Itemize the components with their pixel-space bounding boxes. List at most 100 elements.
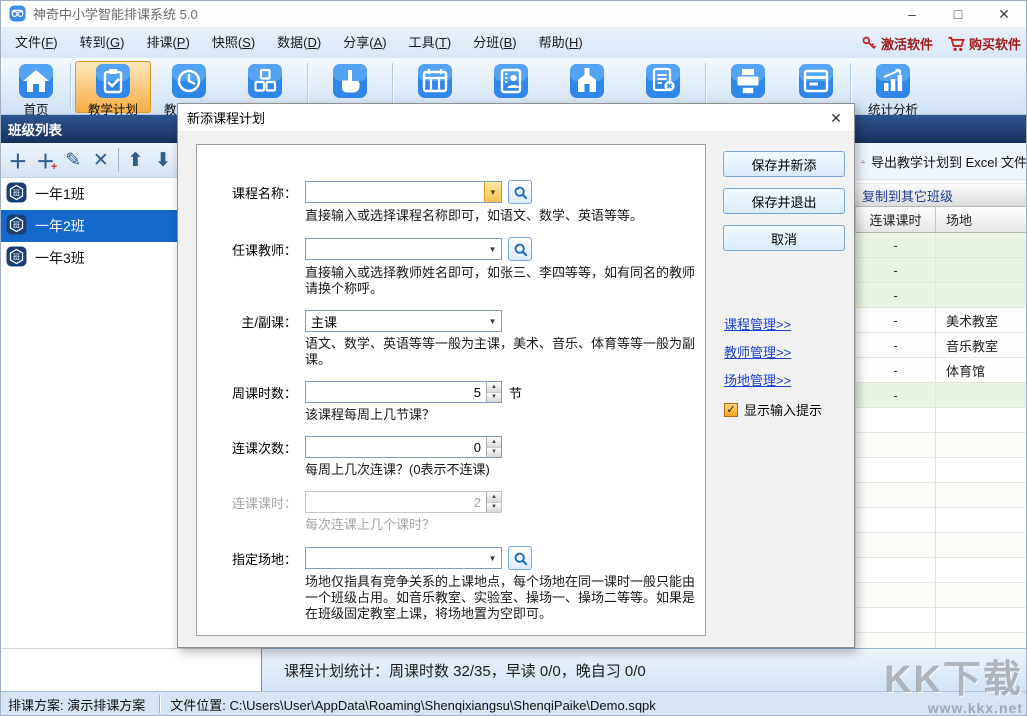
- menu-item-5[interactable]: 分享(A): [332, 28, 397, 58]
- spin-down-icon[interactable]: ▼: [487, 448, 501, 458]
- menu-item-7[interactable]: 分班(B): [462, 28, 527, 58]
- plan-table-row-7[interactable]: -: [855, 383, 1027, 408]
- class-item-2[interactable]: 班一年2班: [0, 210, 177, 242]
- cell-venue: 美术教室: [936, 308, 1027, 332]
- cell-venue: [936, 558, 1027, 582]
- key-icon: [861, 35, 877, 51]
- maximize-icon[interactable]: □: [935, 0, 981, 28]
- edit-class-icon[interactable]: ✎: [59, 146, 87, 174]
- cell-venue: [936, 483, 1027, 507]
- activate-software-label: 激活软件: [881, 34, 933, 53]
- combo-input[interactable]: ▼: [305, 238, 502, 260]
- course-plan-panel-header: [855, 115, 1027, 143]
- copy-to-other-classes-bar[interactable]: 复制到其它班级: [855, 183, 1027, 207]
- cancel-button[interactable]: 取消: [723, 225, 845, 251]
- spin-down-icon[interactable]: ▼: [487, 393, 501, 403]
- toolbar-item-1[interactable]: 教学计划: [75, 61, 151, 113]
- class-item-1[interactable]: 班一年1班: [0, 178, 177, 210]
- spinner-input[interactable]: 5▲▼: [305, 381, 502, 403]
- chevron-down-icon[interactable]: ▼: [484, 311, 501, 331]
- add-class-icon[interactable]: ＋: [4, 146, 32, 174]
- toolbar-item-0[interactable]: 首页: [6, 61, 66, 113]
- show-input-hints-checkbox[interactable]: ✓ 显示输入提示: [724, 400, 822, 419]
- field-6: 连课课时：2▲▼每次连课上几个课时？: [197, 491, 705, 533]
- cell-venue: [936, 458, 1027, 482]
- column-header-venue: 场地: [936, 207, 1027, 232]
- menu-item-6[interactable]: 工具(T): [398, 28, 463, 58]
- spin-up-icon[interactable]: ▲: [487, 492, 501, 503]
- menu-item-8[interactable]: 帮助(H): [528, 28, 594, 58]
- dialog-close-icon[interactable]: ✕: [827, 109, 845, 127]
- menu-item-3[interactable]: 快照(S): [201, 28, 266, 58]
- menu-item-2[interactable]: 排课(P): [135, 28, 200, 58]
- spinner-value: 2: [306, 492, 486, 512]
- window-controls: – □ ✕: [889, 0, 1027, 28]
- spin-up-icon[interactable]: ▲: [487, 437, 501, 448]
- save-and-add-button[interactable]: 保存并新添: [723, 151, 845, 177]
- save-and-exit-button[interactable]: 保存并退出: [723, 188, 845, 214]
- cell-lianke: -: [856, 283, 936, 307]
- cell-venue: [936, 258, 1027, 282]
- toolbar-item-11[interactable]: 统计分析: [855, 61, 931, 113]
- spinner-input[interactable]: 0▲▼: [305, 436, 502, 458]
- plan-table-row-2[interactable]: -: [855, 258, 1027, 283]
- class-item-3[interactable]: 班一年3班: [0, 242, 177, 274]
- menu-item-1[interactable]: 转到(G): [69, 28, 136, 58]
- menu-item-4[interactable]: 数据(D): [266, 28, 332, 58]
- course-management-link[interactable]: 课程管理>>: [724, 314, 791, 333]
- cell-lianke: -: [856, 333, 936, 357]
- spinner-buttons: ▲▼: [486, 437, 501, 457]
- condition-icon: [247, 63, 283, 99]
- field-hint: 语文、数学、英语等等一般为主课，美术、音乐、体育等等一般为副课。: [305, 336, 705, 368]
- combo-input[interactable]: 主课▼: [305, 310, 502, 332]
- chevron-down-icon[interactable]: ▼: [484, 239, 501, 259]
- close-icon[interactable]: ✕: [981, 0, 1027, 28]
- status-bar: 排课方案: 演示排课方案 文件位置: C:\Users\User\AppData…: [0, 691, 1027, 716]
- activate-software-button[interactable]: 激活软件: [861, 34, 933, 53]
- course-plan-stats-text: 课程计划统计：周课时数 32/35，早读 0/0，晚自习 0/0: [284, 660, 646, 681]
- spin-down-icon[interactable]: ▼: [487, 503, 501, 513]
- search-button[interactable]: [508, 180, 532, 204]
- cell-venue: [936, 508, 1027, 532]
- export-excel-link[interactable]: 导出教学计划到 Excel 文件: [855, 143, 1027, 180]
- chevron-down-icon[interactable]: ▼: [484, 548, 501, 568]
- class-badge-icon: 班: [6, 246, 27, 270]
- plan-table-empty-row: [855, 558, 1027, 583]
- venue-management-link[interactable]: 场地管理>>: [724, 370, 791, 389]
- combo-input[interactable]: ▼: [305, 181, 502, 203]
- add-classes-icon[interactable]: ＋+: [32, 146, 60, 174]
- delete-class-icon[interactable]: ✕: [87, 146, 115, 174]
- class-item-label: 一年2班: [35, 216, 85, 236]
- spin-up-icon[interactable]: ▲: [487, 382, 501, 393]
- move-up-icon[interactable]: ⬆: [122, 146, 150, 174]
- chevron-down-icon[interactable]: ▼: [484, 182, 501, 202]
- buy-software-button[interactable]: 购买软件: [947, 34, 1021, 53]
- plan-table-row-1[interactable]: -: [855, 233, 1027, 258]
- teacher-management-link[interactable]: 教师管理>>: [724, 342, 791, 361]
- plan-table-empty-row: [855, 458, 1027, 483]
- plan-table-empty-row: [855, 483, 1027, 508]
- cell-lianke: [856, 483, 936, 507]
- move-down-icon[interactable]: ⬇: [149, 146, 177, 174]
- mini-plus-icon: +: [51, 162, 57, 173]
- cell-lianke: [856, 633, 936, 648]
- menu-items: 文件(F)转到(G)排课(P)快照(S)数据(D)分享(A)工具(T)分班(B)…: [4, 28, 594, 58]
- plan-table-row-3[interactable]: -: [855, 283, 1027, 308]
- svg-text:班: 班: [13, 188, 21, 198]
- field-hint: 直接输入或选择课程名称即可，如语文、数学、英语等等。: [305, 208, 705, 224]
- combo-input[interactable]: ▼: [305, 547, 502, 569]
- cell-venue: [936, 283, 1027, 307]
- scheme-status: 排课方案: 演示排课方案: [0, 695, 145, 714]
- menu-item-0[interactable]: 文件(F): [4, 28, 69, 58]
- export-icon: [861, 152, 865, 171]
- cell-lianke: [856, 458, 936, 482]
- search-button[interactable]: [508, 546, 532, 570]
- search-button[interactable]: [508, 237, 532, 261]
- minimize-icon[interactable]: –: [889, 0, 935, 28]
- buy-software-label: 购买软件: [969, 34, 1021, 53]
- plan-table-empty-row: [855, 508, 1027, 533]
- plan-table-row-4[interactable]: -美术教室: [855, 308, 1027, 333]
- plan-table-row-5[interactable]: -音乐教室: [855, 333, 1027, 358]
- spinner-input[interactable]: 2▲▼: [305, 491, 502, 513]
- plan-table-row-6[interactable]: -体育馆: [855, 358, 1027, 383]
